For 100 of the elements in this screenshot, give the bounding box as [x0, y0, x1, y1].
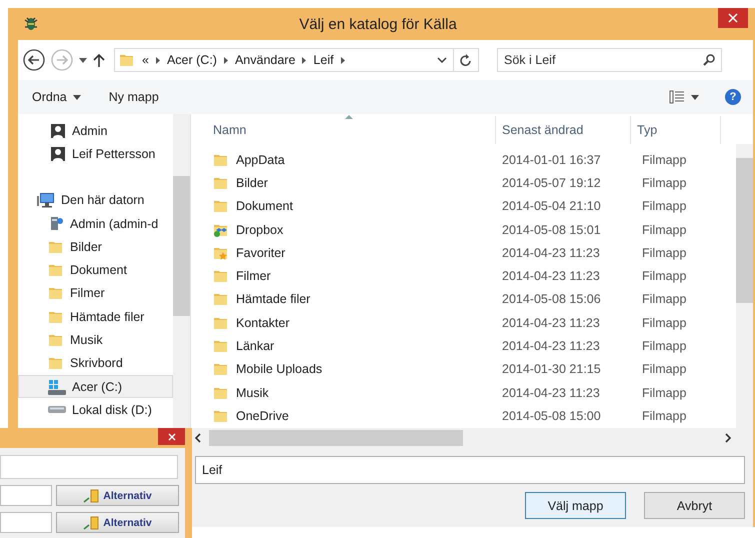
details-view-icon: [669, 90, 685, 104]
breadcrumb-item[interactable]: Acer (C:): [166, 53, 217, 67]
file-name[interactable]: Dropbox: [236, 222, 284, 237]
file-name[interactable]: Dokument: [236, 199, 293, 214]
network-drive-icon: [48, 216, 64, 232]
chevron-right-icon: [340, 56, 345, 64]
folder-icon: [48, 355, 64, 372]
chevron-right-icon: [725, 433, 731, 443]
select-folder-button[interactable]: Välj mapp: [525, 492, 626, 519]
sidebar-item[interactable]: Lokal disk (D:): [18, 398, 173, 422]
breadcrumb-item[interactable]: Leif: [313, 53, 334, 67]
help-button[interactable]: ?: [725, 89, 741, 105]
sidebar-item[interactable]: Admin (admin-d: [18, 212, 173, 236]
forward-icon: [51, 49, 73, 71]
chevron-down-icon: [437, 57, 447, 63]
vertical-scrollbar[interactable]: [736, 144, 753, 428]
caret-icon: [691, 94, 699, 100]
file-type: Filmapp: [641, 386, 688, 400]
file-type: Filmapp: [641, 292, 688, 306]
caret-icon: [72, 94, 81, 100]
date-modified: 2014-04-23 11:23: [501, 316, 601, 330]
cancel-button[interactable]: Avbryt: [644, 492, 745, 519]
sidebar-item[interactable]: Hämtade filer: [18, 305, 173, 328]
folder-icon: [119, 52, 135, 68]
file-name[interactable]: Mobile Uploads: [236, 362, 322, 376]
new-folder-button[interactable]: Ny mapp: [106, 88, 161, 106]
puzzle-icon: [83, 516, 100, 530]
folder-icon: [48, 262, 64, 278]
folder-icon: [213, 198, 229, 214]
close-icon: [168, 432, 176, 440]
folder-icon: [213, 291, 229, 308]
caret-icon: [79, 58, 87, 62]
file-type: Filmapp: [641, 176, 688, 190]
search-field[interactable]: Sök i Leif: [497, 48, 722, 72]
folder-icon: [213, 268, 229, 284]
sidebar-item[interactable]: Leif Pettersson: [18, 142, 173, 166]
folder-icon: [48, 285, 64, 302]
sidebar-item[interactable]: Admin: [18, 119, 173, 142]
file-name[interactable]: Hämtade filer: [236, 292, 310, 306]
column-header[interactable]: Senast ändrad: [496, 116, 631, 144]
file-type: Filmapp: [641, 152, 688, 167]
refresh-icon: [460, 54, 472, 66]
up-arrow-icon: [93, 53, 105, 67]
file-name[interactable]: AppData: [236, 152, 285, 167]
folder-name-field[interactable]: Leif: [195, 456, 745, 484]
sidebar-item[interactable]: Musik: [18, 328, 173, 352]
text-field[interactable]: [0, 455, 178, 479]
text-field[interactable]: [0, 512, 52, 533]
drive-icon: [48, 378, 66, 395]
organize-button[interactable]: Ordna: [30, 88, 83, 106]
file-type: Filmapp: [641, 246, 688, 260]
user-icon: [50, 122, 66, 139]
view-options-button[interactable]: [667, 88, 701, 106]
date-modified: 2014-01-30 21:15: [501, 362, 602, 376]
overflow-chevrons[interactable]: «: [142, 53, 149, 67]
file-name[interactable]: Länkar: [236, 339, 274, 354]
sidebar-item[interactable]: Dokument: [18, 258, 173, 282]
back-icon[interactable]: [23, 49, 45, 71]
refresh-button[interactable]: [453, 48, 479, 72]
file-name[interactable]: Favoriter: [236, 246, 286, 260]
search-icon: [703, 54, 715, 66]
file-type: Filmapp: [641, 339, 688, 354]
folder-icon: [213, 361, 229, 378]
folder-icon: [213, 338, 229, 354]
sidebar-item[interactable]: Acer (C:): [18, 374, 173, 398]
sidebar-item[interactable]: Skrivbord: [18, 352, 173, 375]
date-modified: 2014-05-08 15:01: [501, 222, 602, 237]
window-title: Välj en katalog för Källa: [298, 16, 458, 32]
computer-icon: [37, 192, 55, 208]
file-name[interactable]: Filmer: [236, 269, 271, 284]
file-type: Filmapp: [641, 222, 688, 237]
file-type: Filmapp: [641, 408, 688, 423]
sort-arrow-icon: [345, 115, 353, 119]
sidebar-item[interactable]: Filmer: [18, 282, 173, 306]
options-button[interactable]: Alternativ: [56, 485, 179, 506]
file-name[interactable]: OneDrive: [236, 408, 289, 423]
vertical-scrollbar[interactable]: [173, 114, 190, 428]
date-modified: 2014-05-08 15:00: [501, 408, 602, 423]
sidebar-item[interactable]: Bilder: [18, 235, 173, 258]
address-bar[interactable]: « Acer (C:) Användare Leif: [114, 48, 454, 72]
file-name[interactable]: Kontakter: [236, 316, 290, 330]
close-icon: [728, 13, 738, 23]
options-button[interactable]: Alternativ: [56, 512, 179, 533]
sidebar-item[interactable]: Den här datorn: [18, 188, 173, 212]
file-name[interactable]: Musik: [236, 386, 269, 400]
date-modified: 2014-05-07 19:12: [501, 176, 602, 190]
file-name[interactable]: Bilder: [236, 176, 268, 190]
chevron-right-icon: [302, 56, 306, 64]
column-header[interactable]: Typ: [631, 116, 721, 144]
close-button[interactable]: [718, 8, 748, 28]
file-type: Filmapp: [641, 316, 688, 330]
bug-icon: [24, 15, 38, 33]
text-field[interactable]: [0, 485, 52, 506]
breadcrumb-item[interactable]: Användare: [234, 53, 296, 67]
chevron-right-icon: [224, 56, 228, 64]
file-type: Filmapp: [641, 362, 688, 376]
close-button[interactable]: [158, 428, 185, 445]
date-modified: 2014-05-08 15:06: [501, 292, 602, 306]
drive-icon: [48, 406, 66, 414]
date-modified: 2014-05-04 21:10: [501, 199, 602, 214]
